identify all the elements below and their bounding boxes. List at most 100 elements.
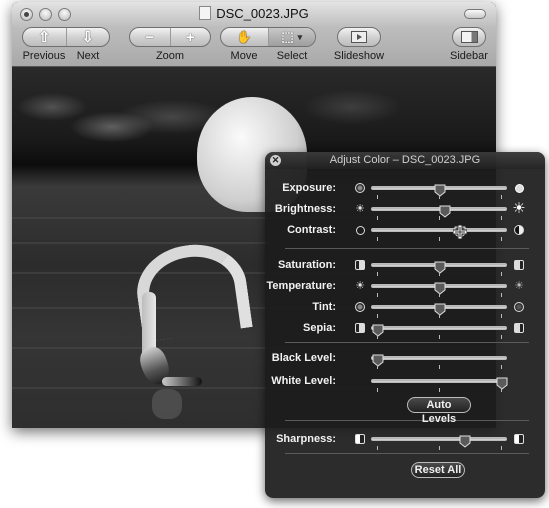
slider-label: Black Level: xyxy=(271,352,336,364)
slider-track[interactable] xyxy=(371,184,507,197)
slider-tick xyxy=(501,237,502,241)
divider xyxy=(285,420,529,421)
slider-tick xyxy=(439,446,440,450)
slider-tick xyxy=(439,314,440,318)
slider-track[interactable] xyxy=(371,435,507,448)
slider-tick xyxy=(439,237,440,241)
hand-icon: ✋ xyxy=(236,30,252,44)
sharpness-low-icon[interactable] xyxy=(354,433,366,445)
slider-track[interactable] xyxy=(371,377,508,390)
slider-track[interactable] xyxy=(371,261,507,274)
slider-tick xyxy=(439,272,440,276)
slider-track[interactable] xyxy=(371,354,507,367)
sidebar-icon xyxy=(460,31,478,43)
contrast-high-icon[interactable] xyxy=(513,224,525,236)
slider-row-saturation: Saturation: xyxy=(265,258,545,278)
previous-button[interactable]: ⇧ xyxy=(23,28,66,46)
zoom-label: Zoom xyxy=(155,50,185,62)
slider-tick xyxy=(501,388,502,392)
select-label: Select xyxy=(276,50,308,62)
slider-track[interactable] xyxy=(371,324,507,337)
window-title: DSC_0023.JPG xyxy=(12,6,496,21)
minus-icon: − xyxy=(145,28,155,46)
document-icon xyxy=(199,6,212,20)
slider-tick xyxy=(377,365,378,369)
slider-label: Contrast: xyxy=(287,224,336,236)
slider-tick xyxy=(501,446,502,450)
contrast-low-icon[interactable] xyxy=(354,224,366,236)
select-tool-button[interactable]: ⬚ ▾ xyxy=(267,28,315,46)
auto-levels-button[interactable]: Auto Levels xyxy=(407,397,471,425)
slider-tick xyxy=(501,293,502,297)
toolbar-toggle-button[interactable] xyxy=(464,9,486,19)
slider-label: Exposure: xyxy=(282,182,336,194)
slider-track[interactable] xyxy=(371,282,507,295)
slider-thumb[interactable] xyxy=(372,324,384,337)
slider-tick xyxy=(439,216,440,220)
slider-thumb[interactable] xyxy=(434,261,446,274)
slider-tick xyxy=(439,293,440,297)
slider-row-white-level: White Level: xyxy=(265,374,545,394)
sepia-high-icon[interactable] xyxy=(513,322,525,334)
tint-left-icon[interactable] xyxy=(354,301,366,313)
sepia-low-icon[interactable] xyxy=(354,322,366,334)
slider-thumb[interactable] xyxy=(439,205,451,218)
slider-row-black-level: Black Level: xyxy=(265,351,545,371)
slider-thumb[interactable] xyxy=(434,184,446,197)
slider-tick xyxy=(377,293,378,297)
slider-thumb[interactable] xyxy=(372,354,384,367)
reset-all-button[interactable]: Reset All xyxy=(411,462,465,478)
water-reflection xyxy=(152,389,182,419)
temperature-warm-icon[interactable]: ☀ xyxy=(513,280,525,292)
panel-title-bar: ✕ Adjust Color – DSC_0023.JPG xyxy=(265,152,545,169)
slider-tick xyxy=(377,335,378,339)
slider-row-exposure: Exposure: xyxy=(265,181,545,201)
slider-row-temperature: Temperature: ☀ ☀ xyxy=(265,279,545,299)
exposure-high-icon[interactable] xyxy=(513,182,525,194)
slider-thumb[interactable] xyxy=(434,282,446,295)
zoom-control: − + xyxy=(129,27,211,47)
slider-track[interactable] xyxy=(371,205,507,218)
chevron-down-icon: ▾ xyxy=(297,31,303,42)
tool-mode-control: ✋ ⬚ ▾ xyxy=(220,27,316,47)
temperature-cool-icon[interactable]: ☀ xyxy=(354,280,366,292)
slider-track[interactable] xyxy=(371,303,507,316)
slider-tick xyxy=(501,365,502,369)
sun-large-icon[interactable]: ☀ xyxy=(512,201,525,216)
divider xyxy=(285,248,529,249)
next-button[interactable]: ⇩ xyxy=(65,28,110,46)
sun-small-icon[interactable]: ☀ xyxy=(354,203,366,215)
zoom-out-button[interactable]: − xyxy=(130,28,170,46)
slider-thumb[interactable] xyxy=(434,303,446,316)
zoom-in-button[interactable]: + xyxy=(169,28,211,46)
slideshow-button[interactable] xyxy=(337,27,381,47)
slider-row-sepia: Sepia: xyxy=(265,321,545,341)
selection-icon: ⬚ xyxy=(281,29,294,44)
slider-tick xyxy=(501,272,502,276)
saturation-high-icon[interactable] xyxy=(513,259,525,271)
divider xyxy=(285,342,529,343)
next-label: Next xyxy=(76,50,100,62)
slider-tick xyxy=(439,335,440,339)
sidebar-button[interactable] xyxy=(452,27,486,47)
slider-label: White Level: xyxy=(271,375,336,387)
slider-track[interactable] xyxy=(371,224,507,240)
slider-thumb[interactable] xyxy=(496,377,508,390)
arrow-down-icon: ⇩ xyxy=(81,29,95,46)
move-tool-button[interactable]: ✋ xyxy=(221,28,268,46)
slider-tick xyxy=(501,195,502,199)
adjust-color-panel: ✕ Adjust Color – DSC_0023.JPG Exposure: B… xyxy=(265,152,545,498)
slider-label: Brightness: xyxy=(274,203,336,215)
slider-tick xyxy=(501,314,502,318)
slideshow-icon xyxy=(351,31,367,43)
exposure-low-icon[interactable] xyxy=(354,182,366,194)
saturation-low-icon[interactable] xyxy=(354,259,366,271)
slider-tick xyxy=(439,365,440,369)
tint-right-icon[interactable] xyxy=(513,301,525,313)
slideshow-label: Slideshow xyxy=(333,50,385,62)
previous-next-control: ⇧ ⇩ xyxy=(22,27,110,47)
close-icon[interactable]: ✕ xyxy=(270,155,281,166)
sharpness-high-icon[interactable] xyxy=(513,433,525,445)
slider-label: Temperature: xyxy=(266,280,336,292)
slider-thumb[interactable] xyxy=(459,435,471,448)
